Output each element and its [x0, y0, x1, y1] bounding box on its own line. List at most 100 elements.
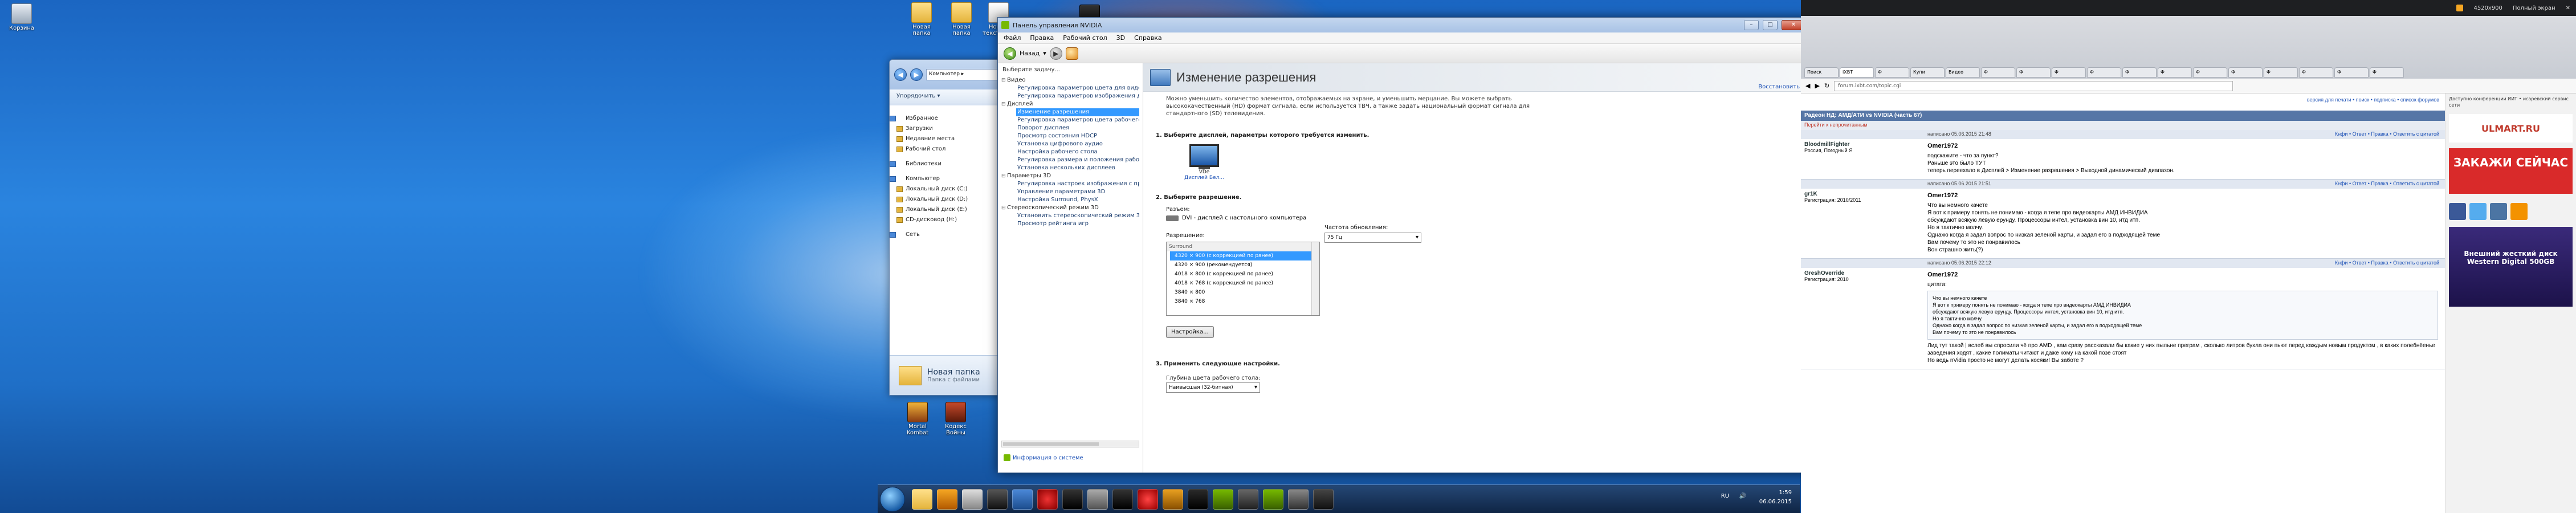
resolution-option[interactable]: 4320 × 900 (рекомендуется) [1167, 260, 1319, 270]
app-taskbar-icon[interactable] [1087, 489, 1108, 510]
firefox-taskbar-icon[interactable] [937, 489, 957, 510]
fullscreen-button[interactable]: Полный экран [2513, 5, 2555, 11]
tree-category[interactable]: Параметры 3D [1001, 172, 1139, 180]
browser-tab[interactable]: Ф [1981, 67, 2015, 78]
resolution-option[interactable]: 4018 × 800 (с коррекцией по ранее) [1167, 270, 1319, 279]
sidebar-item-network[interactable]: Сеть [890, 230, 1015, 240]
sidebar-item-drive-c[interactable]: Локальный диск (C:) [890, 184, 1015, 194]
browser-tab[interactable]: Видео [1946, 67, 1980, 78]
browser-tab[interactable]: Ф [1875, 67, 1909, 78]
wd-disk-banner[interactable]: Внешний жесткий диск Western Digital 500… [2449, 227, 2573, 307]
resolution-option[interactable]: 3840 × 768 [1167, 297, 1319, 306]
app-taskbar-icon[interactable] [1012, 489, 1033, 510]
war-codex-desktop-icon[interactable]: Кодекс Войны [938, 402, 974, 436]
sidebar-item-cd-drive[interactable]: CD-дисковод (H:) [890, 215, 1015, 225]
system-info-link[interactable]: Информация о системе [1004, 454, 1083, 461]
tree-item[interactable]: Управление параметрами 3D [1001, 188, 1139, 196]
app-taskbar-icon[interactable] [1263, 489, 1283, 510]
app-taskbar-icon[interactable] [1138, 489, 1158, 510]
language-indicator[interactable]: RU [1721, 493, 1729, 499]
tree-item[interactable]: Регулировка параметров изображения для в… [1001, 92, 1139, 100]
opera-taskbar-icon[interactable] [1037, 489, 1058, 510]
tree-item[interactable]: Регулировка параметров цвета рабочего ст… [1001, 116, 1139, 124]
tree-item[interactable]: Просмотр рейтинга игр [1001, 220, 1139, 228]
tree-category[interactable]: Видео [1001, 76, 1139, 84]
browser-window[interactable]: 4520x900 Полный экран ✕ Поиск iXBT Ф Купи Ви… [1801, 0, 2576, 513]
post-actions[interactable]: Кнфи • Ответ • Правка • Ответить с цитат… [2335, 131, 2439, 137]
explorer-taskbar-icon[interactable] [912, 489, 932, 510]
tree-item[interactable]: Установка цифрового аудио [1001, 140, 1139, 148]
sidebar-item-favorites[interactable]: Избранное [890, 113, 1015, 124]
resolution-group[interactable]: Surround [1167, 242, 1319, 251]
browser-tab[interactable]: Ф [2016, 67, 2051, 78]
minimize-button[interactable]: – [1744, 20, 1759, 30]
browser-tab[interactable]: Ф [2122, 67, 2157, 78]
resolution-option[interactable]: 4018 × 768 (с коррекцией по ранее) [1167, 279, 1319, 288]
app-taskbar-icon[interactable] [1188, 489, 1208, 510]
browser-tab[interactable]: Ф [2370, 67, 2404, 78]
chevron-down-icon[interactable]: ▾ [1043, 50, 1046, 57]
nvidia-title-bar[interactable]: Панель управления NVIDIA – □ ✕ [998, 18, 1809, 32]
resolution-list[interactable]: Surround 4320 × 900 (с коррекцией по ране… [1166, 242, 1320, 316]
tree-item[interactable]: Настройка Surround, PhysX [1001, 196, 1139, 204]
menu-desktop[interactable]: Рабочий стол [1063, 34, 1107, 42]
tree-item[interactable]: Поворот дисплея [1001, 124, 1139, 132]
back-arrow-icon[interactable]: ◀ [1004, 47, 1016, 60]
refresh-rate-select[interactable]: 75 Гц [1324, 233, 1421, 243]
tree-item[interactable]: Установка нескольких дисплеев [1001, 164, 1139, 172]
menu-edit[interactable]: Правка [1030, 34, 1054, 42]
browser-tab[interactable]: Ф [2052, 67, 2086, 78]
sidebar-item-recent[interactable]: Недавние места [890, 134, 1015, 144]
ulmart-logo[interactable]: ULMART.RU [2449, 114, 2573, 142]
home-icon[interactable] [1065, 47, 1078, 60]
browser-tab[interactable]: Ф [2087, 67, 2121, 78]
steam-taskbar-icon[interactable] [1062, 489, 1083, 510]
browser-tab[interactable]: Поиск [1804, 67, 1839, 78]
display-selector[interactable]: VDe Дисплей Бел... [1184, 144, 1224, 181]
reload-icon[interactable]: ↻ [1824, 82, 1829, 89]
volume-icon[interactable]: 🔊 [1739, 493, 1746, 499]
forum-nav-links[interactable]: версия для печати • поиск • подписка • с… [1801, 93, 2445, 111]
browser-tab[interactable]: iXBT [1840, 67, 1874, 78]
post-actions[interactable]: Кнфи • Ответ • Правка • Ответить с цитат… [2335, 181, 2439, 186]
browser-tab[interactable]: Ф [2193, 67, 2227, 78]
resolution-list-scrollbar[interactable] [1311, 242, 1319, 315]
app-taskbar-icon[interactable] [1288, 489, 1309, 510]
menu-3d[interactable]: 3D [1116, 34, 1125, 42]
menu-help[interactable]: Справка [1134, 34, 1161, 42]
nvidia-control-panel-window[interactable]: Панель управления NVIDIA – □ ✕ Файл Прав… [997, 17, 1809, 473]
back-arrow-icon[interactable]: ◀ [1805, 82, 1810, 89]
close-icon[interactable]: ✕ [2566, 5, 2570, 11]
organize-button[interactable]: Упорядочить ▾ [890, 89, 1014, 104]
resolution-option[interactable]: 3840 × 800 [1167, 288, 1319, 297]
resolution-option[interactable]: 4320 × 900 (с коррекцией по ранее) [1170, 251, 1311, 260]
odnoklassniki-icon[interactable] [2510, 203, 2528, 220]
clock-time[interactable]: 1:59 [1759, 488, 1792, 498]
tree-item[interactable]: Регулировка настроек изображения с просм… [1001, 180, 1139, 188]
app-taskbar-icon[interactable] [1238, 489, 1258, 510]
tree-category[interactable]: Стереоскопический режим 3D [1001, 204, 1139, 212]
nvidia-taskbar-icon[interactable] [1213, 489, 1233, 510]
explorer-window[interactable]: ◀ ▶ Компьютер ▸ Упорядочить ▾ Избранное … [889, 59, 1015, 396]
user-nick[interactable]: BloodmillFighter [1804, 141, 1917, 148]
tree-item[interactable]: Изменение разрешения [1016, 108, 1139, 116]
unread-link[interactable]: Перейти к непрочитанным [1801, 121, 2445, 130]
ad-top-text[interactable]: Доступно конференции ИИТ • исаревский се… [2445, 93, 2576, 111]
scroll-thumb[interactable] [1003, 442, 1099, 446]
forward-arrow-icon[interactable]: ▶ [1049, 47, 1062, 60]
restore-defaults-link[interactable]: Восстановить [1758, 84, 1800, 90]
browser-tab[interactable]: Ф [2228, 67, 2263, 78]
maximize-button[interactable]: □ [1763, 20, 1778, 30]
app-taskbar-icon[interactable] [962, 489, 983, 510]
display-link[interactable]: Дисплей Бел... [1184, 175, 1224, 181]
user-nick[interactable]: gr1K [1804, 191, 1917, 197]
browser-tab[interactable]: Ф [2158, 67, 2192, 78]
back-arrow-icon[interactable]: ◀ [894, 68, 907, 81]
recycle-bin-desktop-icon[interactable]: Корзина [3, 3, 40, 31]
tree-item[interactable]: Регулировка размера и положения рабочего… [1001, 156, 1139, 164]
tree-item[interactable]: Регулировка параметров цвета для видео [1001, 84, 1139, 92]
new-folder-2-desktop-icon[interactable]: Новая папка [943, 2, 980, 36]
post-actions[interactable]: Кнфи • Ответ • Правка • Ответить с цитат… [2335, 260, 2439, 266]
user-nick[interactable]: GreshOverride [1804, 270, 1917, 276]
tree-item[interactable]: Настройка рабочего стола [1001, 148, 1139, 156]
